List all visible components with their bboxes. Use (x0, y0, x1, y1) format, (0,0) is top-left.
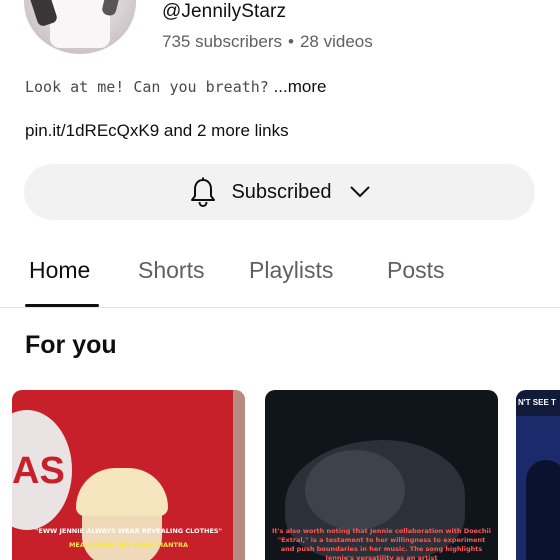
channel-stats: 735 subscribers • 28 videos (162, 32, 373, 52)
section-title: For you (25, 331, 117, 359)
thumbnail-subject (305, 450, 405, 530)
channel-handle: @JennilyStarz (162, 1, 287, 22)
bio-text: Look at me! Can you breath? (25, 78, 269, 96)
thumbnail-caption: "EWW JENNIE ALWAYS WEAR REVEALING CLOTHE… (35, 527, 222, 535)
channel-tabs: Home Shorts Playlists Posts (0, 252, 560, 308)
subscriber-count: 735 subscribers (162, 32, 283, 51)
video-thumbnail[interactable]: It's also worth noting that Jennie colla… (265, 390, 498, 560)
tab-home[interactable]: Home (29, 257, 90, 284)
video-thumbnail[interactable]: N'T SEE T (516, 390, 560, 560)
tab-shorts[interactable]: Shorts (138, 257, 204, 284)
logo-graphic: AS (12, 410, 72, 530)
channel-description[interactable]: Look at me! Can you breath? ...more (25, 77, 326, 97)
thumbnail-subject (526, 460, 560, 560)
thumbnail-caption: MEANWHILE HER SONG MANTRA (68, 541, 189, 549)
channel-links[interactable]: pin.it/1dREcQxK9 and 2 more links (25, 121, 289, 141)
tab-posts[interactable]: Posts (387, 257, 445, 284)
chevron-down-icon (349, 186, 370, 198)
bio-more-link[interactable]: ...more (274, 77, 327, 96)
bell-icon (191, 177, 216, 207)
channel-avatar[interactable] (24, 0, 136, 54)
video-thumbnail[interactable]: AS "EWW JENNIE ALWAYS WEAR REVEALING CLO… (12, 390, 245, 560)
thumbnail-caption: It's also worth noting that Jennie colla… (272, 527, 491, 560)
subscribed-button[interactable]: Subscribed (24, 164, 535, 220)
video-count: 28 videos (299, 32, 373, 51)
subscribed-label: Subscribed (231, 180, 332, 203)
thumbnail-person-hair (76, 468, 168, 516)
stats-separator: • (288, 32, 294, 51)
avatar-detail (100, 0, 130, 17)
avatar-figure (50, 0, 110, 48)
thumbnail-caption: N'T SEE T (518, 398, 556, 407)
active-tab-indicator (25, 304, 99, 307)
logo-text: AS (12, 450, 65, 492)
tab-playlists[interactable]: Playlists (249, 257, 333, 284)
